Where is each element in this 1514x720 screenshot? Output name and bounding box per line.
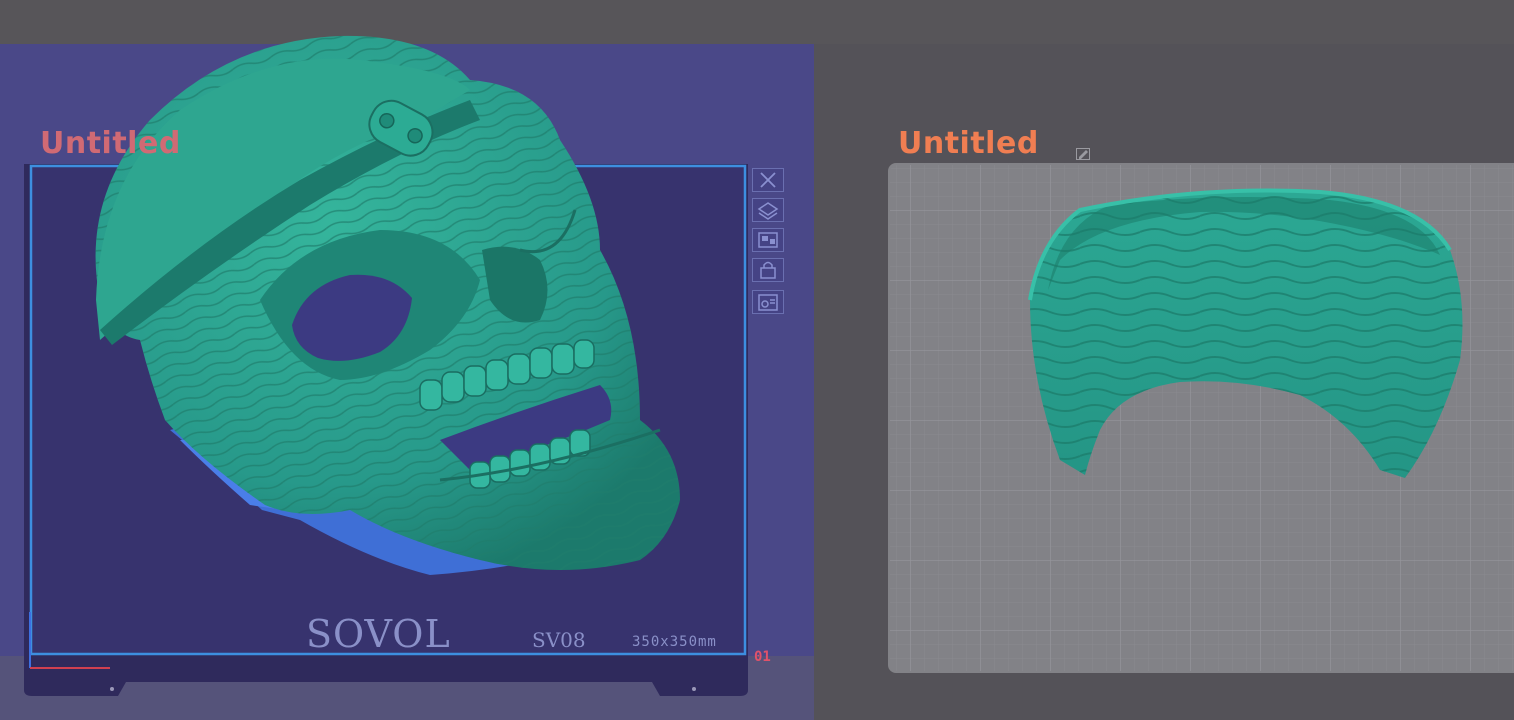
plate-size-label: 350x350mm bbox=[632, 634, 717, 650]
top-bar bbox=[0, 0, 1514, 44]
settings-icon bbox=[758, 294, 778, 311]
lock-button[interactable] bbox=[752, 258, 784, 282]
plate-index-label: 01 bbox=[754, 649, 771, 665]
arrange-icon bbox=[758, 232, 778, 248]
plate-settings-button[interactable] bbox=[752, 290, 784, 314]
lock-icon bbox=[760, 261, 776, 279]
plate-title-left[interactable]: Untitled bbox=[40, 126, 181, 161]
close-plate-button[interactable] bbox=[752, 168, 784, 192]
close-icon bbox=[760, 172, 776, 188]
auto-orient-button[interactable] bbox=[752, 198, 784, 222]
plate-brand-label: SOVOL bbox=[306, 612, 451, 656]
arrange-button[interactable] bbox=[752, 228, 784, 252]
plate-model-label: SV08 bbox=[532, 628, 586, 652]
auto-orient-icon bbox=[757, 202, 779, 220]
plate-title-right[interactable]: Untitled bbox=[898, 126, 1039, 161]
pencil-icon[interactable] bbox=[1076, 148, 1090, 160]
viewport-3d[interactable] bbox=[0, 0, 1514, 720]
